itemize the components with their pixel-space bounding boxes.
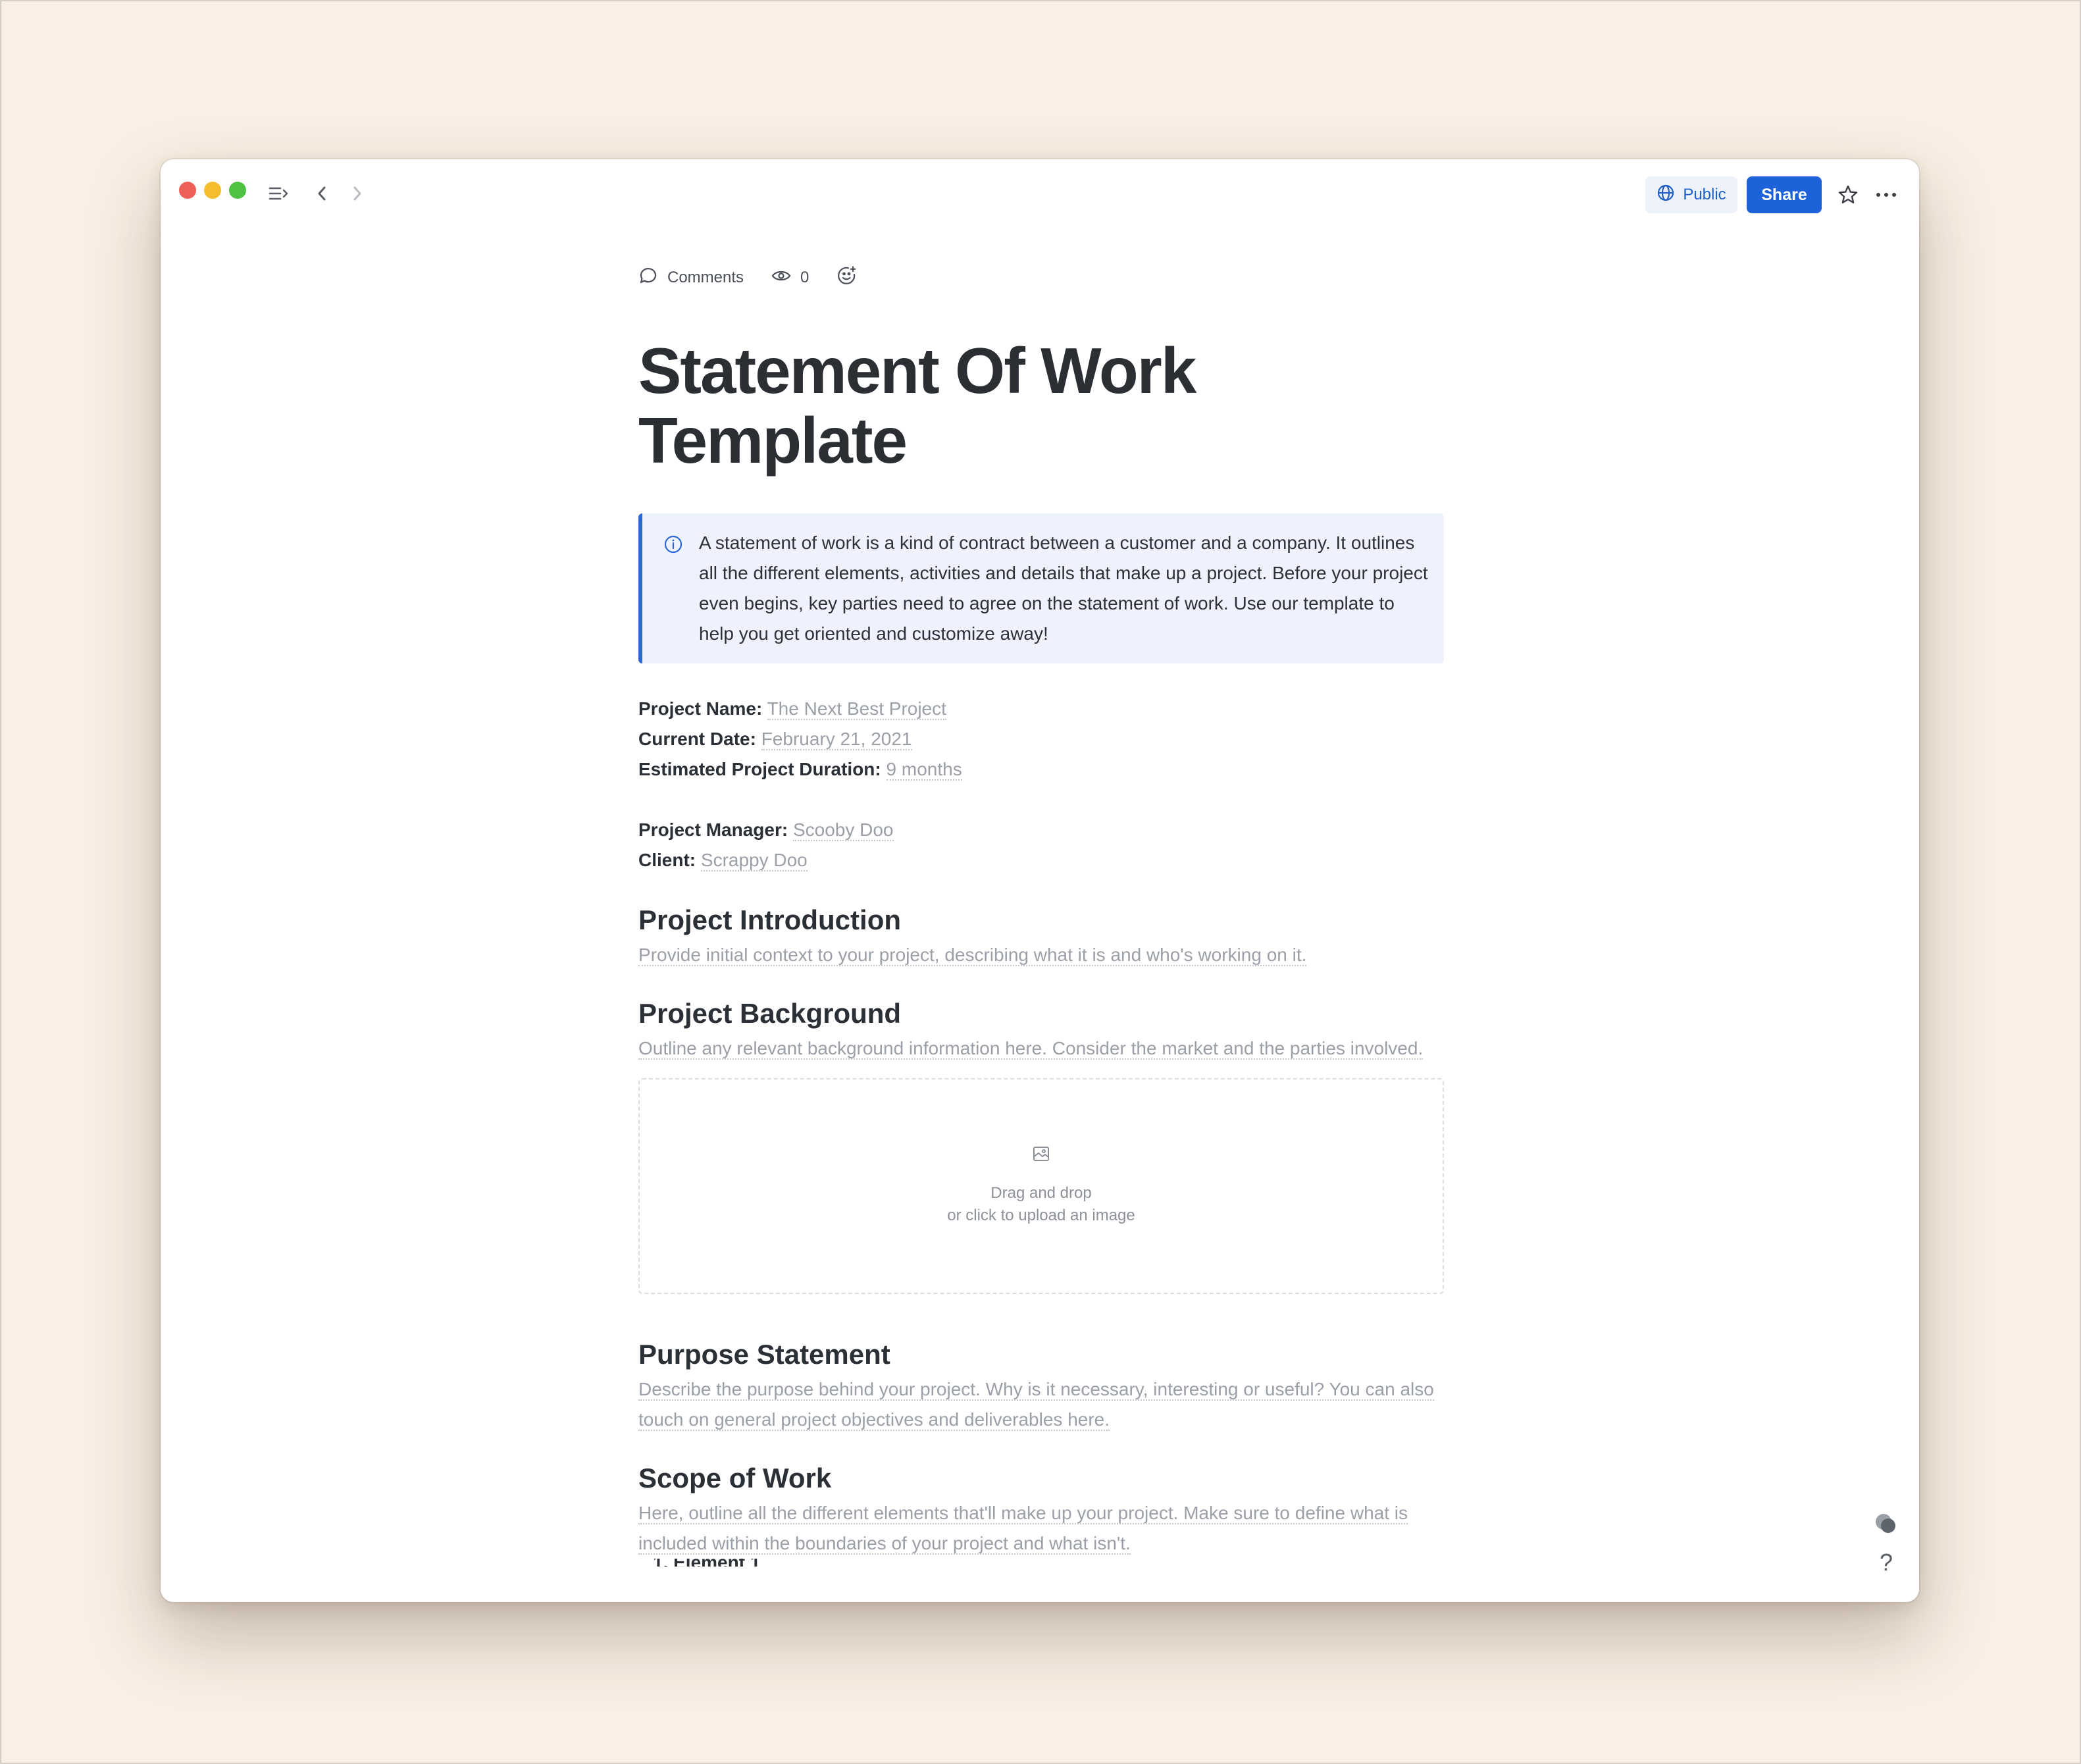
comments-label: Comments — [667, 269, 744, 286]
client-label: Client: — [638, 850, 696, 870]
star-icon[interactable] — [1832, 179, 1864, 211]
section-background: Project Background Outline any relevant … — [638, 994, 1444, 1294]
minimize-window-button[interactable] — [204, 182, 221, 199]
meta-row: Comments 0 — [638, 251, 1444, 304]
comment-icon — [638, 266, 658, 290]
introduction-heading[interactable]: Project Introduction — [638, 900, 1444, 940]
public-button[interactable]: Public — [1645, 176, 1737, 213]
duration-label: Estimated Project Duration: — [638, 759, 881, 779]
current-date-label: Current Date: — [638, 729, 756, 749]
views-counter[interactable]: 0 — [771, 269, 809, 288]
title-bar: Public Share — [161, 159, 1919, 225]
purpose-text-block[interactable]: Describe the purpose behind your project… — [638, 1374, 1444, 1435]
document: Comments 0 Statement Of Work Template A … — [638, 251, 1444, 1567]
client-value[interactable]: Scrappy Doo — [700, 850, 808, 871]
page-title-line-2: Template — [638, 404, 908, 477]
help-button[interactable]: ? — [1873, 1547, 1899, 1578]
section-scope: Scope of Work Here, outline all the diff… — [638, 1459, 1444, 1567]
close-window-button[interactable] — [179, 182, 196, 199]
chevron-right-icon[interactable] — [346, 182, 369, 205]
duration-value[interactable]: 9 months — [886, 759, 962, 781]
collaborators-icon[interactable] — [1870, 1509, 1902, 1540]
app-window: Public Share Comments 0 Statement Of Wor… — [161, 159, 1919, 1602]
client-row: Client: Scrappy Doo — [638, 845, 1444, 875]
views-count: 0 — [800, 269, 809, 286]
page-title-line-1: Statement Of Work — [638, 334, 1196, 407]
section-introduction: Project Introduction Provide initial con… — [638, 900, 1444, 970]
project-name-value[interactable]: The Next Best Project — [767, 698, 946, 720]
info-callout[interactable]: A statement of work is a kind of contrac… — [638, 513, 1444, 663]
scope-list-item[interactable]: 1. Element 1 — [638, 1559, 1444, 1567]
scope-text-block[interactable]: Here, outline all the different elements… — [638, 1498, 1444, 1559]
share-button[interactable]: Share — [1747, 176, 1822, 213]
purpose-text: Describe the purpose behind your project… — [638, 1379, 1434, 1431]
image-icon — [1032, 1145, 1050, 1169]
introduction-text-block[interactable]: Provide initial context to your project,… — [638, 940, 1444, 970]
image-dropzone[interactable]: Drag and drop or click to upload an imag… — [638, 1078, 1444, 1294]
project-name-label: Project Name: — [638, 698, 763, 719]
manager-label: Project Manager: — [638, 819, 788, 840]
scope-text: Here, outline all the different elements… — [638, 1503, 1408, 1555]
project-name-row: Project Name: The Next Best Project — [638, 694, 1444, 724]
duration-row: Estimated Project Duration: 9 months — [638, 754, 1444, 785]
callout-text: A statement of work is a kind of contrac… — [699, 532, 1428, 644]
globe-icon — [1657, 184, 1675, 207]
more-icon[interactable] — [1870, 179, 1902, 211]
info-icon — [663, 533, 683, 563]
page-title[interactable]: Statement Of Work Template — [638, 336, 1444, 475]
zoom-window-button[interactable] — [229, 182, 246, 199]
manager-value[interactable]: Scooby Doo — [792, 819, 894, 841]
eye-icon — [771, 269, 791, 288]
comments-button[interactable]: Comments — [638, 266, 744, 290]
add-reaction-button[interactable] — [836, 265, 858, 291]
project-fields: Project Name: The Next Best Project Curr… — [638, 694, 1444, 875]
scope-list: 1. Element 1 — [638, 1559, 1444, 1567]
background-heading[interactable]: Project Background — [638, 994, 1444, 1033]
background-text: Outline any relevant background informat… — [638, 1038, 1424, 1060]
background-text-block[interactable]: Outline any relevant background informat… — [638, 1033, 1444, 1064]
purpose-heading[interactable]: Purpose Statement — [638, 1335, 1444, 1374]
introduction-text: Provide initial context to your project,… — [638, 945, 1307, 966]
manager-row: Project Manager: Scooby Doo — [638, 815, 1444, 845]
dropzone-line-1: Drag and drop — [990, 1184, 1092, 1202]
scope-heading[interactable]: Scope of Work — [638, 1459, 1444, 1498]
chevron-left-icon[interactable] — [311, 182, 333, 205]
public-button-label: Public — [1683, 186, 1726, 203]
current-date-row: Current Date: February 21, 2021 — [638, 724, 1444, 754]
sidebar-toggle-icon[interactable] — [266, 182, 292, 205]
current-date-value[interactable]: February 21, 2021 — [761, 729, 912, 750]
section-purpose: Purpose Statement Describe the purpose b… — [638, 1335, 1444, 1435]
reaction-icon — [836, 265, 858, 291]
dropzone-line-2: or click to upload an image — [947, 1206, 1135, 1224]
